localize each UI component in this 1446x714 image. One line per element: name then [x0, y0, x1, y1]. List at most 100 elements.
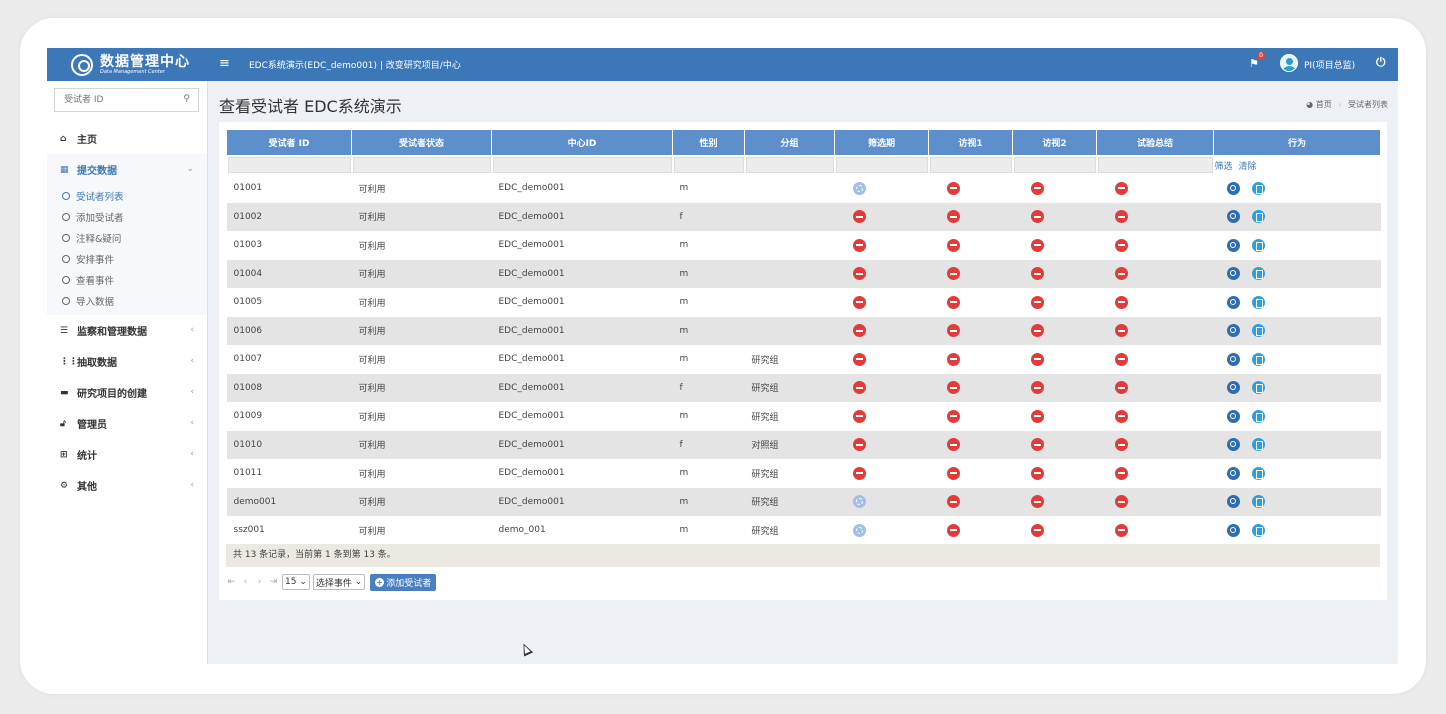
edit-icon[interactable] [1251, 181, 1265, 195]
view-icon[interactable] [1226, 495, 1240, 509]
menu-toggle-icon[interactable]: ≡ [219, 56, 230, 71]
filter-input[interactable] [1013, 157, 1096, 173]
column-header[interactable]: 受试者状态 [351, 129, 492, 156]
table-row[interactable]: demo001 可利用 EDC_demo001 m 研究组 [226, 487, 1381, 516]
view-icon[interactable] [1226, 238, 1240, 252]
not-started-status-icon[interactable] [946, 210, 960, 224]
column-header[interactable]: 分组 [744, 129, 835, 156]
submenu-item-schedule-event[interactable]: 安排事件 [47, 248, 207, 269]
not-started-status-icon[interactable] [1114, 238, 1128, 252]
project-title[interactable]: EDC系统演示(EDC_demo001) | 改变研究项目/中心 [249, 58, 461, 71]
view-icon[interactable] [1226, 466, 1240, 480]
last-page-icon[interactable]: ⇥ [268, 577, 279, 587]
not-started-status-icon[interactable] [1030, 438, 1044, 452]
not-started-status-icon[interactable] [852, 409, 866, 423]
not-started-status-icon[interactable] [946, 267, 960, 281]
logo[interactable]: 数据管理中心 Data Management Center [47, 48, 207, 81]
view-icon[interactable] [1226, 324, 1240, 338]
submenu-item-add-subject[interactable]: 添加受试者 [47, 206, 207, 227]
edit-icon[interactable] [1251, 409, 1265, 423]
edit-icon[interactable] [1251, 210, 1265, 224]
sidebar-item-monitor[interactable]: ☰ 监察和管理数据 ‹ [47, 315, 207, 346]
view-icon[interactable] [1226, 381, 1240, 395]
not-started-status-icon[interactable] [1114, 324, 1128, 338]
table-row[interactable]: 01004 可利用 EDC_demo001 m [226, 259, 1381, 288]
next-page-icon[interactable]: › [254, 577, 265, 587]
table-row[interactable]: 01007 可利用 EDC_demo001 m 研究组 [226, 345, 1381, 374]
not-started-status-icon[interactable] [852, 466, 866, 480]
not-started-status-icon[interactable] [852, 295, 866, 309]
sidebar-item-study-build[interactable]: ▬ 研究项目的创建 ‹ [47, 377, 207, 408]
not-started-status-icon[interactable] [1030, 409, 1044, 423]
not-started-status-icon[interactable] [1030, 352, 1044, 366]
user-name[interactable]: PI(项目总监) [1304, 58, 1355, 71]
not-started-status-icon[interactable] [852, 438, 866, 452]
column-header[interactable]: 中心ID [491, 129, 673, 156]
submenu-item-subject-list[interactable]: 受试者列表 [47, 185, 207, 206]
not-started-status-icon[interactable] [1114, 352, 1128, 366]
submenu-item-import-data[interactable]: 导入数据 [47, 290, 207, 311]
view-icon[interactable] [1226, 352, 1240, 366]
filter-input[interactable] [929, 157, 1012, 173]
table-row[interactable]: 01008 可利用 EDC_demo001 f 研究组 [226, 373, 1381, 402]
column-header[interactable]: 访视2 [1012, 129, 1097, 156]
add-subject-button[interactable]: + 添加受试者 [370, 573, 437, 591]
page-size-select[interactable]: 15 ⌄ [282, 574, 310, 590]
column-header[interactable]: 筛选期 [834, 129, 929, 156]
view-icon[interactable] [1226, 210, 1240, 224]
column-header[interactable]: 性别 [672, 129, 745, 156]
edit-icon[interactable] [1251, 267, 1265, 281]
edit-icon[interactable] [1251, 438, 1265, 452]
search-icon[interactable]: ⚲ [183, 94, 190, 104]
not-started-status-icon[interactable] [1030, 295, 1044, 309]
not-started-status-icon[interactable] [1114, 181, 1128, 195]
not-started-status-icon[interactable] [852, 324, 866, 338]
not-started-status-icon[interactable] [946, 295, 960, 309]
edit-icon[interactable] [1251, 295, 1265, 309]
not-started-status-icon[interactable] [1030, 466, 1044, 480]
table-row[interactable]: 01010 可利用 EDC_demo001 f 对照组 [226, 430, 1381, 459]
column-header[interactable]: 访视1 [928, 129, 1013, 156]
sidebar-item-other[interactable]: ⚙ 其他 ‹ [47, 470, 207, 501]
not-started-status-icon[interactable] [852, 210, 866, 224]
not-started-status-icon[interactable] [1114, 295, 1128, 309]
not-started-status-icon[interactable] [852, 381, 866, 395]
not-started-status-icon[interactable] [1114, 409, 1128, 423]
not-started-status-icon[interactable] [1030, 495, 1044, 509]
edit-icon[interactable] [1251, 381, 1265, 395]
filter-link[interactable]: 筛选 [1215, 162, 1233, 172]
not-started-status-icon[interactable] [1030, 381, 1044, 395]
not-started-status-icon[interactable] [1114, 267, 1128, 281]
not-started-status-icon[interactable] [852, 238, 866, 252]
filter-input[interactable] [673, 157, 744, 173]
edit-icon[interactable] [1251, 324, 1265, 338]
view-icon[interactable] [1226, 523, 1240, 537]
not-started-status-icon[interactable] [1030, 181, 1044, 195]
table-row[interactable]: 01006 可利用 EDC_demo001 m [226, 316, 1381, 345]
not-started-status-icon[interactable] [1114, 210, 1128, 224]
power-icon[interactable]: ⏻ [1376, 55, 1386, 70]
scheduled-status-icon[interactable] [852, 181, 866, 195]
sidebar-item-submit-data[interactable]: ▦ 提交数据 ⌄ [47, 154, 207, 185]
not-started-status-icon[interactable] [852, 352, 866, 366]
first-page-icon[interactable]: ⇤ [226, 577, 237, 587]
filter-input[interactable] [227, 157, 351, 173]
sidebar-item-home[interactable]: ⌂ 主页 [47, 123, 207, 154]
edit-icon[interactable] [1251, 352, 1265, 366]
not-started-status-icon[interactable] [1114, 495, 1128, 509]
not-started-status-icon[interactable] [852, 267, 866, 281]
not-started-status-icon[interactable] [1030, 210, 1044, 224]
filter-input[interactable] [745, 157, 834, 173]
filter-input[interactable] [1097, 157, 1213, 173]
not-started-status-icon[interactable] [1114, 523, 1128, 537]
not-started-status-icon[interactable] [946, 495, 960, 509]
not-started-status-icon[interactable] [1030, 238, 1044, 252]
filter-input[interactable] [492, 157, 672, 173]
search-input[interactable] [55, 89, 175, 111]
not-started-status-icon[interactable] [946, 352, 960, 366]
prev-page-icon[interactable]: ‹ [240, 577, 251, 587]
table-row[interactable]: 01011 可利用 EDC_demo001 m 研究组 [226, 459, 1381, 488]
scheduled-status-icon[interactable] [852, 523, 866, 537]
view-icon[interactable] [1226, 267, 1240, 281]
column-header[interactable]: 试验总结 [1096, 129, 1214, 156]
